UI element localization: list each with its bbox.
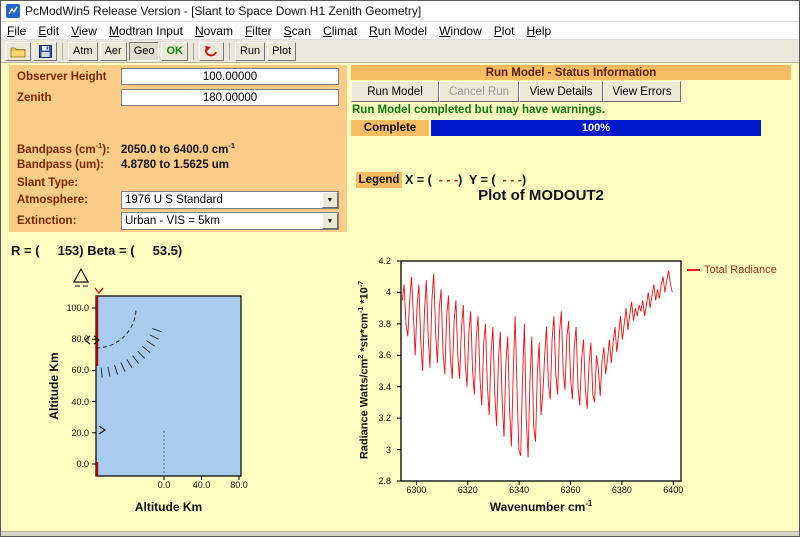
- menu-view[interactable]: View: [65, 23, 103, 39]
- progress-text: 100%: [581, 122, 611, 134]
- parameter-panel: Observer Height Zenith Bandpass (cm-1): …: [9, 65, 347, 232]
- bandpass-cm-label: Bandpass (cm-1):: [17, 141, 110, 156]
- legend-line-swatch: [687, 269, 700, 271]
- atmosphere-value: 1976 U S Standard: [125, 194, 223, 206]
- zenith-marker-icon: [72, 267, 90, 283]
- pcmodwin-window: PcModWin5 Release Version - [Slant to Sp…: [0, 0, 800, 537]
- geometry-plot-area[interactable]: [95, 295, 242, 477]
- cancel-run-button: Cancel Run: [439, 81, 519, 102]
- menu-run-model[interactable]: Run Model: [363, 23, 433, 39]
- view-details-button[interactable]: View Details: [519, 81, 603, 102]
- title-bar: PcModWin5 Release Version - [Slant to Sp…: [1, 1, 799, 22]
- floppy-disk-icon: [38, 44, 52, 58]
- menu-plot[interactable]: Plot: [488, 23, 521, 39]
- geometry-y-axis-label: Altitude Km: [47, 352, 61, 420]
- undo-button[interactable]: [198, 41, 224, 61]
- status-message: Run Model completed but may have warning…: [352, 104, 606, 116]
- bandpass-um-label: Bandpass (um):: [17, 159, 104, 171]
- undo-arrow-icon: [204, 45, 217, 56]
- radiance-axis-label: Radiance Watts/cm2 *str*cm-1 *10-7: [357, 280, 371, 460]
- menu-bar: File Edit View Modtran Input Novam Filte…: [1, 22, 799, 40]
- toolbar-separator: [62, 42, 63, 60]
- modout-chart[interactable]: [393, 259, 689, 491]
- bandpass-cm-value: 2050.0 to 6400.0 cm-1: [121, 141, 236, 156]
- cursor-readout: X = ( - - -) Y = ( - - -): [405, 173, 527, 187]
- ok-button[interactable]: OK: [161, 41, 188, 61]
- folder-open-icon: [10, 47, 26, 57]
- extinction-label: Extinction:: [17, 215, 77, 227]
- chevron-down-icon[interactable]: ▼: [322, 213, 338, 229]
- geo-button[interactable]: Geo: [128, 41, 160, 61]
- toolbar: Atm Aer Geo OK Run Plot: [1, 40, 799, 63]
- observer-height-label: Observer Height: [17, 71, 107, 83]
- observer-height-input[interactable]: [121, 68, 339, 85]
- legend-chip: Legend: [356, 172, 402, 188]
- legend-series-label: Total Radiance: [704, 264, 777, 276]
- chart-title: Plot of MODOUT2: [478, 187, 604, 204]
- view-errors-button[interactable]: View Errors: [603, 81, 681, 102]
- save-button[interactable]: [33, 41, 57, 61]
- menu-climat[interactable]: Climat: [317, 23, 363, 39]
- complete-label: Complete: [351, 120, 429, 136]
- extinction-value: Urban - VIS = 5km: [125, 215, 220, 227]
- chevron-down-icon[interactable]: ▼: [322, 192, 338, 208]
- status-header: Run Model - Status Information: [351, 65, 791, 80]
- geometry-plot[interactable]: [71, 266, 245, 482]
- zenith-label: Zenith: [17, 92, 52, 104]
- toolbar-separator: [192, 42, 194, 60]
- run-button[interactable]: Run: [234, 41, 266, 61]
- menu-novam[interactable]: Novam: [189, 23, 239, 39]
- slant-type-label: Slant Type:: [17, 177, 79, 189]
- menu-filter[interactable]: Filter: [239, 23, 278, 39]
- chart-legend: Total Radiance: [687, 264, 777, 276]
- menu-window[interactable]: Window: [433, 23, 488, 39]
- chart-plot-area[interactable]: [400, 260, 682, 482]
- bandpass-um-value: 4.8780 to 1.5625 um: [121, 159, 230, 171]
- menu-scan[interactable]: Scan: [278, 23, 317, 39]
- menu-help[interactable]: Help: [520, 23, 557, 39]
- extinction-select[interactable]: Urban - VIS = 5km ▼: [121, 212, 339, 230]
- r-beta-readout: R = ( 153) Beta = ( 53.5): [11, 243, 183, 258]
- run-model-button[interactable]: Run Model: [351, 81, 439, 102]
- wavenumber-axis-label: Wavenumber cm-1: [489, 499, 593, 514]
- open-button[interactable]: [5, 41, 31, 61]
- menu-edit[interactable]: Edit: [32, 23, 65, 39]
- progress-bar: 100%: [431, 120, 761, 136]
- atmosphere-select[interactable]: 1976 U S Standard ▼: [121, 191, 339, 209]
- menu-file[interactable]: File: [1, 23, 32, 39]
- atm-button[interactable]: Atm: [68, 41, 98, 61]
- plot-button[interactable]: Plot: [267, 41, 297, 61]
- down-chevron-icon: [94, 287, 104, 295]
- menu-modtran-input[interactable]: Modtran Input: [103, 23, 189, 39]
- geometry-x-axis-label: Altitude Km: [134, 500, 203, 514]
- zenith-input[interactable]: [121, 89, 339, 106]
- status-bar: [1, 531, 799, 536]
- app-icon: [6, 4, 20, 18]
- window-title: PcModWin5 Release Version - [Slant to Sp…: [25, 4, 422, 18]
- aer-button[interactable]: Aer: [99, 41, 127, 61]
- left-arrow-icon: [84, 335, 91, 345]
- atmosphere-label: Atmosphere:: [17, 194, 88, 206]
- toolbar-separator: [228, 42, 230, 60]
